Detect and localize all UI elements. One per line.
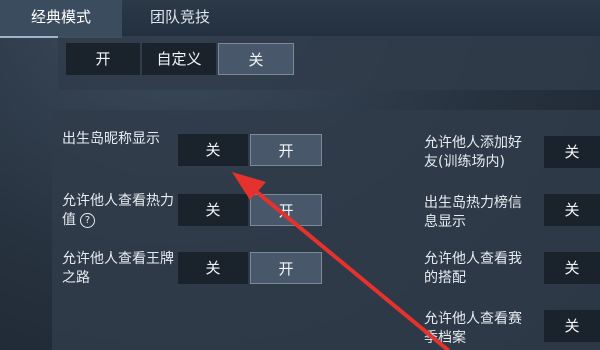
setting-label-view-heat-value: 允许他人查看热力值? — [62, 192, 174, 230]
ace-road-on-button[interactable]: 开 — [250, 252, 322, 284]
privacy-settings-panel: 出生岛昵称显示 关 开 允许他人查看热力值? 关 开 允许他人查看王牌之路 关 … — [52, 110, 600, 350]
setting-label-view-season-record: 允许他人查看赛季档案 — [424, 311, 522, 346]
outfit-off-button[interactable]: 关 — [544, 252, 600, 284]
tab-team-deathmatch[interactable]: 团队竞技 — [130, 0, 230, 36]
nickname-on-button[interactable]: 开 — [250, 134, 322, 166]
heat-ranking-off-button[interactable]: 关 — [544, 194, 600, 226]
top-setting-panel: 开 自定义 关 — [58, 36, 600, 90]
on-button[interactable]: 开 — [66, 43, 140, 75]
setting-label-allow-add-friend: 允许他人添加好友(训练场内) — [424, 135, 522, 170]
heat-value-on-button[interactable]: 开 — [250, 194, 322, 226]
setting-label-birth-island-nickname: 出生岛昵称显示 — [62, 131, 160, 147]
off-button-selected[interactable]: 关 — [218, 43, 294, 75]
setting-label-view-ace-road: 允许他人查看王牌之路 — [62, 251, 174, 286]
heat-value-off-button[interactable]: 关 — [178, 194, 248, 226]
season-record-off-button[interactable]: 关 — [544, 310, 600, 342]
nickname-off-button[interactable]: 关 — [178, 134, 248, 166]
mode-tab-bar: 经典模式 团队竞技 — [0, 0, 600, 38]
custom-button[interactable]: 自定义 — [142, 43, 216, 75]
ace-road-off-button[interactable]: 关 — [178, 252, 248, 284]
heat-value-label-text: 允许他人查看热力值 — [62, 193, 174, 228]
question-circle-icon[interactable]: ? — [80, 212, 95, 228]
setting-label-heat-ranking-display: 出生岛热力榜信息显示 — [424, 195, 522, 230]
setting-label-view-my-outfit: 允许他人查看我的搭配 — [424, 251, 522, 286]
tab-classic-mode[interactable]: 经典模式 — [0, 0, 122, 38]
add-friend-off-button[interactable]: 关 — [544, 136, 600, 168]
